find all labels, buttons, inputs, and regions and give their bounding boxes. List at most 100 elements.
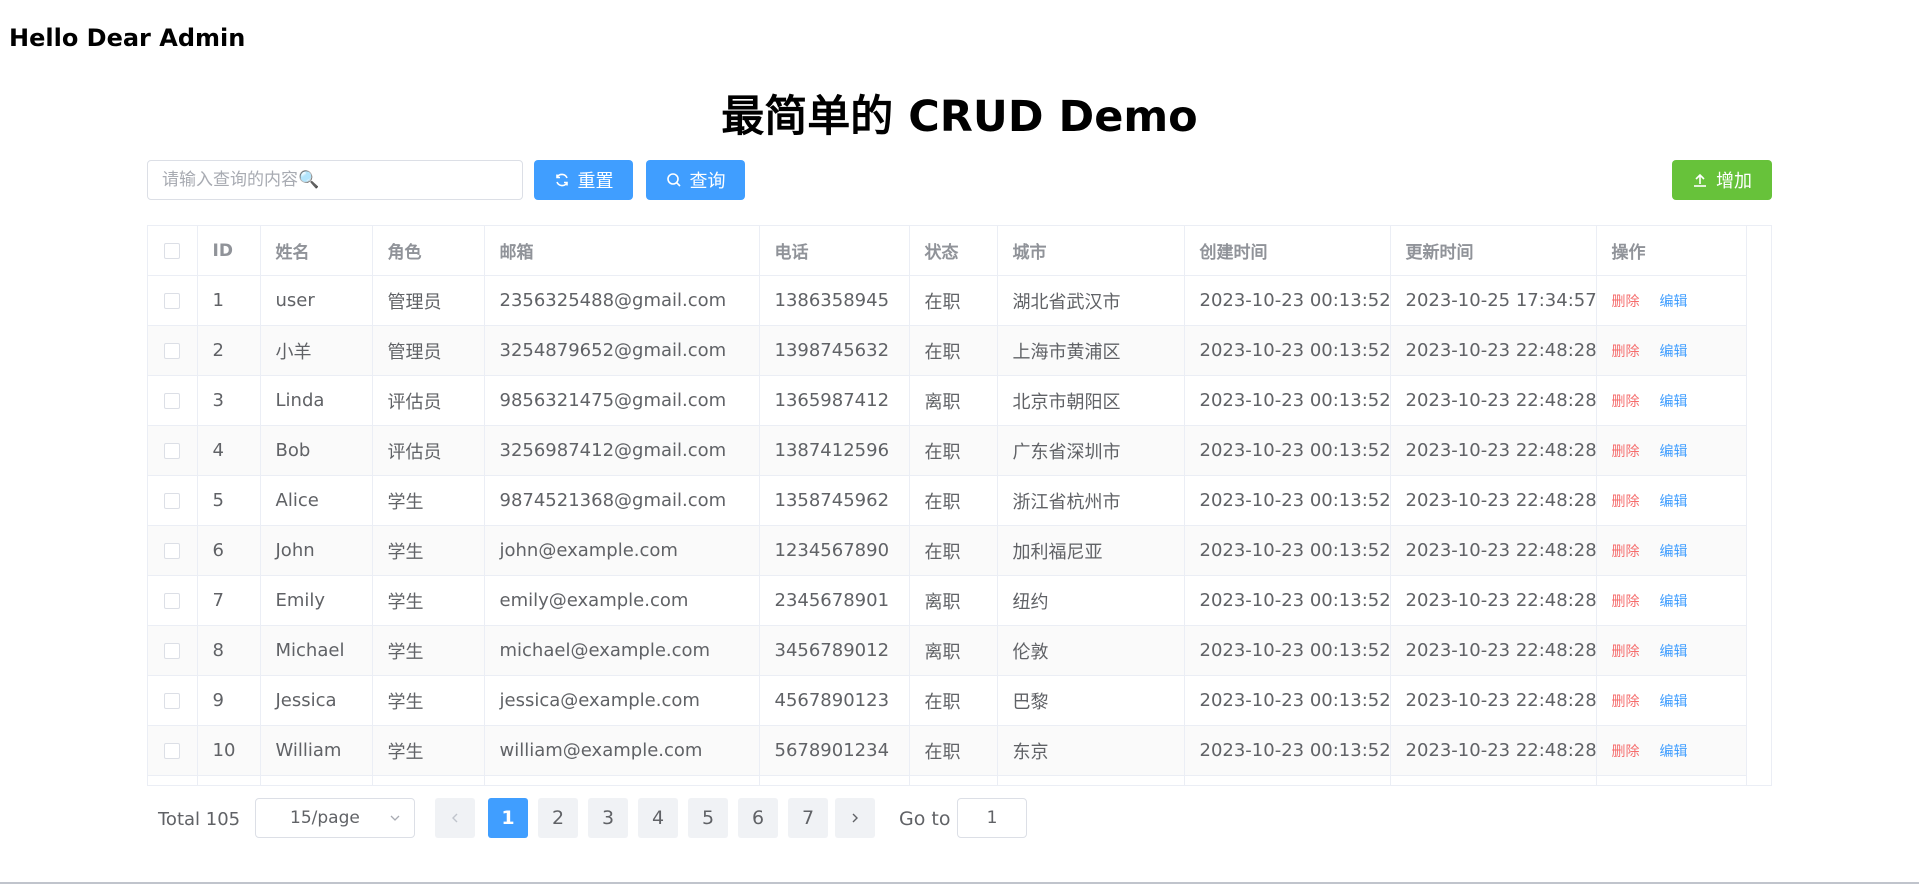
table-cell: 1398745632 bbox=[759, 325, 910, 376]
delete-button[interactable]: 删除 bbox=[1612, 294, 1640, 310]
table-row: 2 小羊 管理员 3254879652@gmail.com 1398745632 在职 上海… bbox=[148, 325, 1749, 376]
select-all-checkbox[interactable] bbox=[164, 242, 181, 259]
page-button-1[interactable]: 1 bbox=[488, 798, 528, 838]
edit-button[interactable]: 编辑 bbox=[1660, 544, 1688, 560]
column-header: 姓名 bbox=[260, 226, 373, 276]
table-cell: Bob bbox=[260, 425, 373, 476]
row-checkbox[interactable] bbox=[164, 293, 181, 309]
delete-button[interactable]: 删除 bbox=[1612, 444, 1640, 460]
edit-button[interactable]: 编辑 bbox=[1660, 344, 1688, 360]
query-button[interactable]: 查询 bbox=[646, 160, 745, 200]
row-checkbox[interactable] bbox=[164, 543, 181, 559]
row-select-cell bbox=[148, 625, 198, 676]
delete-button[interactable]: 删除 bbox=[1612, 644, 1640, 660]
edit-button[interactable]: 编辑 bbox=[1660, 744, 1688, 760]
actions-cell: 删除 编辑 bbox=[1596, 625, 1749, 676]
table-cell: William bbox=[260, 725, 373, 776]
actions-cell: 删除 编辑 bbox=[1596, 575, 1749, 626]
upload-icon bbox=[1694, 173, 1706, 187]
edit-button[interactable]: 编辑 bbox=[1660, 694, 1688, 710]
add-button[interactable]: 增加 bbox=[1672, 160, 1772, 200]
table-cell: 2023-10-23 22:48:28 bbox=[1390, 625, 1597, 676]
table-cell: 管理员 bbox=[372, 275, 485, 326]
prev-page-button[interactable] bbox=[435, 798, 475, 838]
table-cell: 2023-10-23 22:48:28 bbox=[1390, 475, 1597, 526]
page-button-6[interactable]: 6 bbox=[738, 798, 778, 838]
edit-button[interactable]: 编辑 bbox=[1660, 444, 1688, 460]
row-checkbox[interactable] bbox=[164, 743, 181, 759]
table-row: 3 Linda 评估员 9856321475@gmail.com 1365987412 离… bbox=[148, 375, 1749, 426]
page-button-7[interactable]: 7 bbox=[788, 798, 828, 838]
actions-cell: 删除 编辑 bbox=[1596, 475, 1749, 526]
table-cell: Emily bbox=[260, 575, 373, 626]
page-button-3[interactable]: 3 bbox=[588, 798, 628, 838]
table-cell: 1234567890 bbox=[759, 525, 910, 576]
delete-button[interactable]: 删除 bbox=[1612, 694, 1640, 710]
divider bbox=[0, 882, 1919, 884]
table-cell: 9 bbox=[197, 675, 261, 726]
delete-button[interactable]: 删除 bbox=[1612, 394, 1640, 410]
table-cell: 2023-10-23 00:13:52 bbox=[1184, 375, 1391, 426]
table-cell: 学生 bbox=[372, 625, 485, 676]
delete-button[interactable]: 删除 bbox=[1612, 494, 1640, 510]
row-select-cell bbox=[148, 425, 198, 476]
actions-cell: 删除 编辑 bbox=[1596, 425, 1749, 476]
delete-button[interactable]: 删除 bbox=[1612, 344, 1640, 360]
table-cell: Alice bbox=[260, 475, 373, 526]
table-cell: 2023-10-23 22:48:28 bbox=[1390, 575, 1597, 626]
next-page-button[interactable] bbox=[835, 798, 875, 838]
table-header-row: ID 姓名 角色 邮箱 电话 状态 城市 创建时间 更新时间 操作 bbox=[148, 226, 1749, 276]
page-button-2[interactable]: 2 bbox=[538, 798, 578, 838]
goto-page-input[interactable] bbox=[957, 798, 1027, 838]
table-cell: 2023-10-23 22:48:28 bbox=[1390, 675, 1597, 726]
table-cell: 离职 bbox=[909, 375, 998, 426]
row-checkbox[interactable] bbox=[164, 593, 181, 609]
row-checkbox[interactable] bbox=[164, 693, 181, 709]
edit-button[interactable]: 编辑 bbox=[1660, 294, 1688, 310]
page-size-select[interactable]: 15/page bbox=[255, 798, 415, 838]
table-cell: 3256987412@gmail.com bbox=[484, 425, 760, 476]
table-cell: 学生 bbox=[372, 675, 485, 726]
page-button-4[interactable]: 4 bbox=[638, 798, 678, 838]
data-table: ID 姓名 角色 邮箱 电话 状态 城市 创建时间 更新时间 操作 1 user 管… bbox=[147, 225, 1772, 786]
table-cell: 广东省深圳市 bbox=[997, 425, 1185, 476]
table-cell: 6 bbox=[197, 525, 261, 576]
delete-button[interactable]: 删除 bbox=[1612, 744, 1640, 760]
page-button-5[interactable]: 5 bbox=[688, 798, 728, 838]
table-cell: 10 bbox=[197, 725, 261, 776]
table-row: 9 Jessica 学生 jessica@example.com 4567890123 在… bbox=[148, 675, 1749, 726]
column-header: 电话 bbox=[759, 226, 910, 276]
table-cell: 2023-10-23 00:13:52 bbox=[1184, 425, 1391, 476]
table-cell: 评估员 bbox=[372, 425, 485, 476]
row-checkbox[interactable] bbox=[164, 493, 181, 509]
page-size-value: 15/page bbox=[290, 808, 360, 828]
row-checkbox[interactable] bbox=[164, 393, 181, 409]
edit-button[interactable]: 编辑 bbox=[1660, 594, 1688, 610]
row-checkbox[interactable] bbox=[164, 443, 181, 459]
table-cell: 8 bbox=[197, 625, 261, 676]
add-label: 增加 bbox=[1716, 171, 1752, 192]
toolbar: 重置 查询 增加 bbox=[147, 160, 1772, 200]
table-cell bbox=[372, 775, 485, 785]
table-cell: 2023-10-23 22:48:28 bbox=[1390, 375, 1597, 426]
query-label: 查询 bbox=[689, 171, 726, 192]
row-checkbox[interactable] bbox=[164, 643, 181, 659]
table-cell: 2023-10-23 00:13:52 bbox=[1184, 475, 1391, 526]
row-checkbox[interactable] bbox=[164, 343, 181, 359]
goto-label: Go to bbox=[899, 808, 951, 830]
delete-button[interactable]: 删除 bbox=[1612, 594, 1640, 610]
edit-button[interactable]: 编辑 bbox=[1660, 494, 1688, 510]
edit-button[interactable]: 编辑 bbox=[1660, 644, 1688, 660]
row-select-cell bbox=[148, 675, 198, 726]
table-cell: 在职 bbox=[909, 725, 998, 776]
reset-button[interactable]: 重置 bbox=[534, 160, 633, 200]
row-select-cell bbox=[148, 575, 198, 626]
delete-button[interactable]: 删除 bbox=[1612, 544, 1640, 560]
search-input[interactable] bbox=[147, 160, 523, 200]
table-cell: 7 bbox=[197, 575, 261, 626]
table-cell: Linda bbox=[260, 375, 373, 426]
actions-cell: 删除 编辑 bbox=[1596, 675, 1749, 726]
table-cell: 在职 bbox=[909, 275, 998, 326]
edit-button[interactable]: 编辑 bbox=[1660, 394, 1688, 410]
table-scrollbar-gutter bbox=[1746, 226, 1771, 785]
